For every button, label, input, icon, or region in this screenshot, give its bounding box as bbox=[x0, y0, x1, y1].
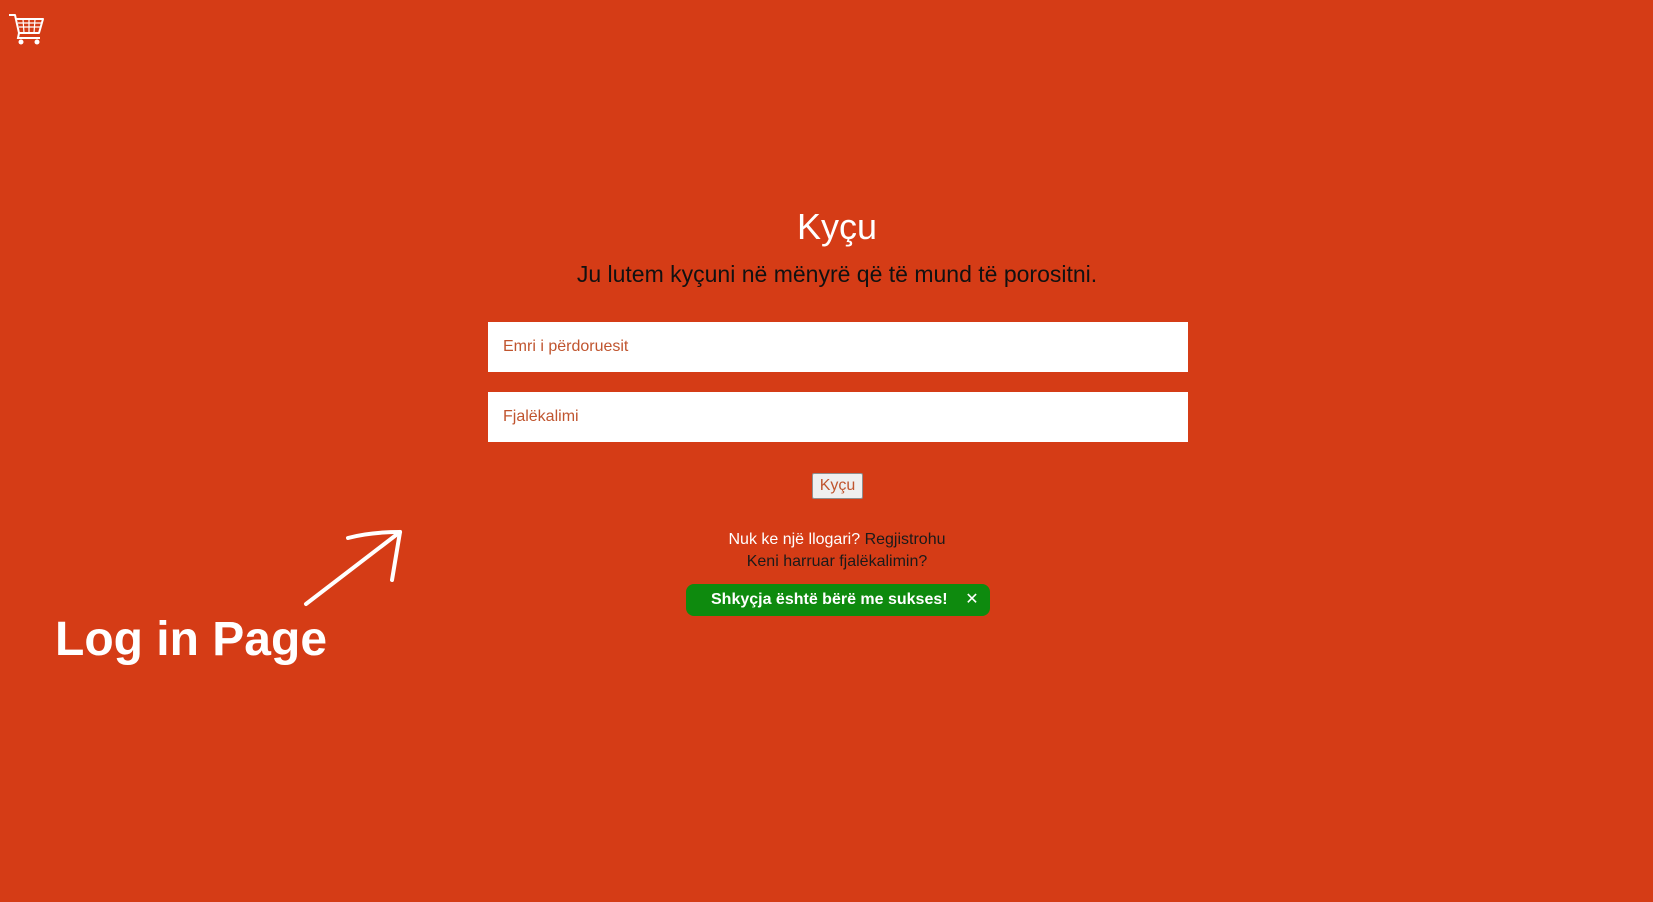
close-icon[interactable]: ✕ bbox=[964, 584, 980, 616]
login-button[interactable]: Kyçu bbox=[812, 473, 863, 499]
username-field[interactable] bbox=[488, 322, 1188, 372]
register-question: Nuk ke një llogari? bbox=[728, 531, 861, 548]
forgot-password-row: Keni harruar fjalëkalimin? bbox=[0, 552, 1653, 572]
notification-message: Shkyçja është bërë me sukses! bbox=[711, 591, 948, 608]
arrow-up-right-icon bbox=[304, 530, 402, 606]
password-field[interactable] bbox=[488, 392, 1188, 442]
page-title: Kyçu bbox=[796, 206, 878, 247]
logout-success-notification: Shkyçja është bërë me sukses! ✕ bbox=[686, 584, 990, 616]
shopping-cart-icon[interactable] bbox=[8, 10, 46, 46]
login-page: Kyçu Ju lutem kyçuni në mënyrë që të mun… bbox=[0, 0, 1653, 902]
forgot-password-link[interactable]: Keni harruar fjalëkalimin? bbox=[747, 553, 928, 570]
register-link[interactable]: Regjistrohu bbox=[865, 531, 946, 548]
login-instructions: Ju lutem kyçuni në mënyrë që të mund të … bbox=[576, 261, 1098, 287]
register-prompt: Nuk ke një llogari? Regjistrohu bbox=[0, 530, 1653, 550]
annotation-label: Log in Page bbox=[55, 613, 328, 666]
